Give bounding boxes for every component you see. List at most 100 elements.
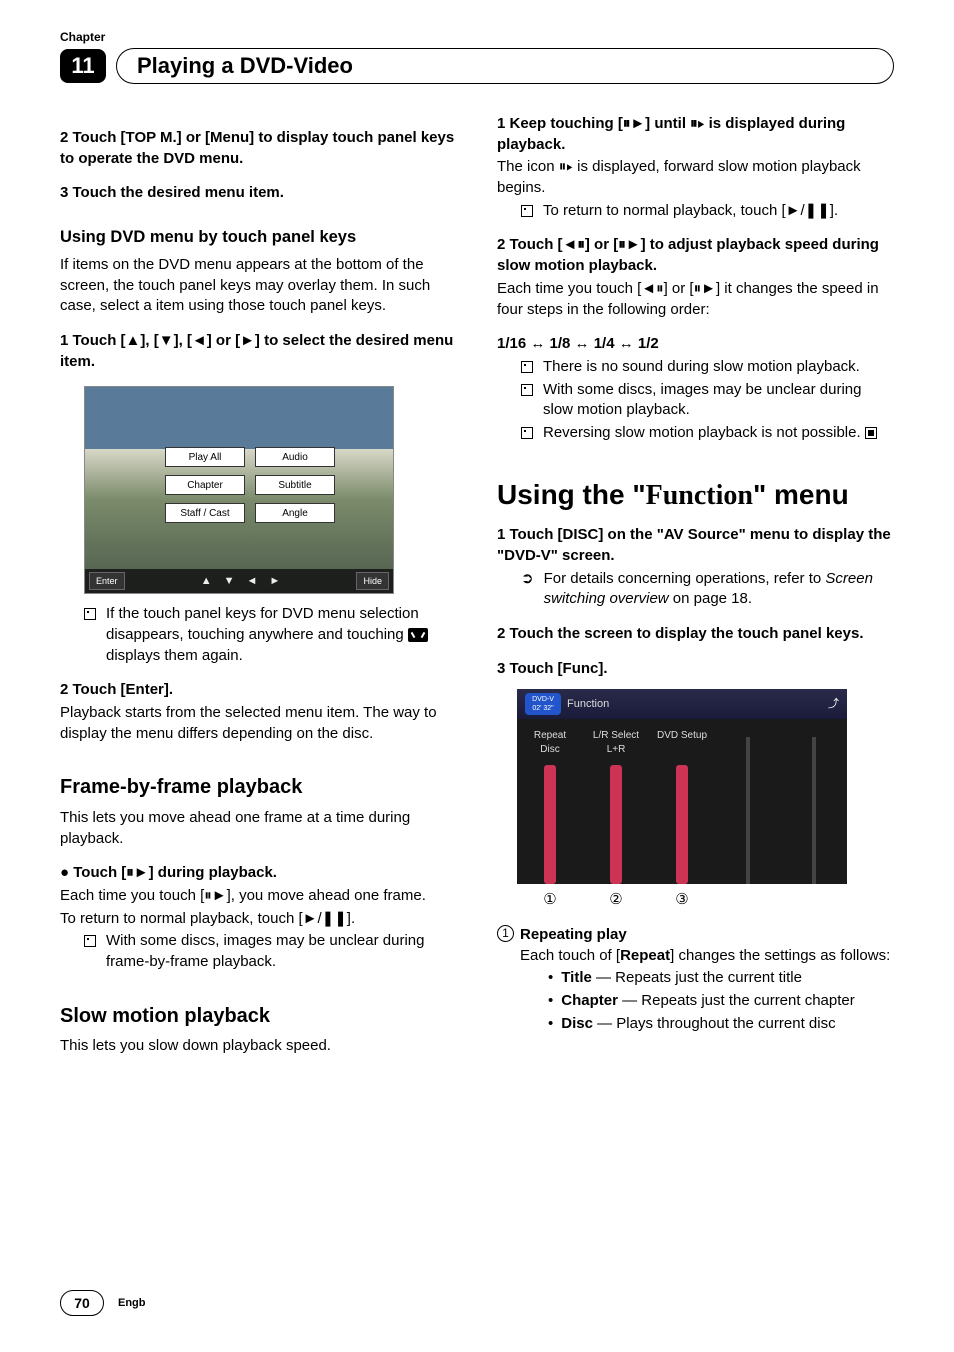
numbered-marker: 1 xyxy=(497,925,514,942)
section-heading: Slow motion playback xyxy=(60,1003,457,1031)
option-desc: — Plays throughout the current disc xyxy=(593,1015,836,1032)
step: 2 Touch [◄⏸] or [⏸►] to adjust playback … xyxy=(497,235,894,276)
note-text: displays them again. xyxy=(106,647,243,664)
note-text: To return to normal playback, touch [►/❚… xyxy=(543,201,838,222)
option-name: Disc xyxy=(561,1015,593,1032)
fig-button-subtitle: Subtitle xyxy=(255,475,335,495)
back-icon: ⤴ xyxy=(828,697,839,712)
dvd-badge-icon: DVD-V02' 32" xyxy=(525,693,561,715)
step: 2 Touch the screen to display the touch … xyxy=(497,624,894,645)
fig-button-angle: Angle xyxy=(255,503,335,523)
step: 2 Touch [Enter]. xyxy=(60,680,457,701)
list-body: ] changes the settings as follows: xyxy=(670,947,890,964)
note-icon xyxy=(521,205,533,217)
fig-slider xyxy=(680,765,684,884)
list-heading: Repeating play xyxy=(520,926,627,943)
fig-button-enter: Enter xyxy=(89,572,125,590)
step: 3 Touch [Func]. xyxy=(497,659,894,680)
bullet-icon: • xyxy=(548,1014,553,1035)
callout-1: ① xyxy=(517,890,583,911)
fig-label: L/R Select xyxy=(593,729,639,743)
option-name: Chapter xyxy=(561,992,618,1009)
list-body: Each touch of [ xyxy=(520,947,620,964)
reference-item: ➲ For details concerning operations, ref… xyxy=(497,569,894,610)
touch-icon xyxy=(408,628,428,642)
heading-text: " menu xyxy=(753,479,849,510)
note-text: Reversing slow motion playback is not po… xyxy=(543,424,861,441)
fig-title: Function xyxy=(567,697,609,712)
reference-text: For details concerning operations, refer… xyxy=(544,570,826,587)
fig-label: DVD Setup xyxy=(657,729,707,743)
step: 3 Touch the desired menu item. xyxy=(60,183,457,204)
list-keyword: Repeat xyxy=(620,947,670,964)
language-code: Engb xyxy=(118,1297,146,1309)
bullet-icon: • xyxy=(548,991,553,1012)
fig-button-staff: Staff / Cast xyxy=(165,503,245,523)
note-text: With some discs, images may be unclear d… xyxy=(543,380,894,421)
fig-value: L+R xyxy=(607,743,626,757)
fig-button-hide: Hide xyxy=(356,572,389,590)
note-item: To return to normal playback, touch [►/❚… xyxy=(497,201,894,222)
note-text: If the touch panel keys for DVD menu sel… xyxy=(106,605,419,643)
paragraph: Each time you touch [⏸►], you move ahead… xyxy=(60,886,457,907)
step: ● Touch [⏸►] during playback. xyxy=(60,863,457,884)
fig-slider-empty xyxy=(812,737,816,884)
step: 1 Touch [▲], [▼], [◄] or [►] to select t… xyxy=(60,331,457,372)
fig-slider xyxy=(548,765,552,884)
note-icon xyxy=(521,384,533,396)
chapter-label: Chapter xyxy=(60,30,894,44)
reference-icon: ➲ xyxy=(521,569,534,610)
note-item: With some discs, images may be unclear d… xyxy=(60,931,457,972)
heading-keyword: Function xyxy=(646,480,753,511)
paragraph: Playback starts from the selected menu i… xyxy=(60,703,457,744)
reference-text: on page 18. xyxy=(669,590,752,607)
callout-numbers: ① ② ③ xyxy=(517,890,847,911)
paragraph: The icon ⏸▸ is displayed, forward slow m… xyxy=(497,157,894,198)
speed-sequence: 1/16 ↔ 1/8 ↔ 1/4 ↔ 1/2 xyxy=(497,334,894,355)
fig-button-audio: Audio xyxy=(255,447,335,467)
page-number: 70 xyxy=(60,1290,104,1316)
left-column: 2 Touch [TOP M.] or [Menu] to display to… xyxy=(60,114,457,1057)
note-icon xyxy=(84,935,96,947)
note-text: With some discs, images may be unclear d… xyxy=(106,931,457,972)
end-icon xyxy=(865,427,877,439)
note-icon xyxy=(84,608,96,620)
dvd-menu-figure: Play All Audio Chapter Subtitle Staff / … xyxy=(84,386,394,594)
note-item: There is no sound during slow motion pla… xyxy=(497,357,894,378)
paragraph: Each time you touch [◄⏸] or [⏸►] it chan… xyxy=(497,279,894,320)
note-item: If the touch panel keys for DVD menu sel… xyxy=(60,604,457,666)
fig-button-chapter: Chapter xyxy=(165,475,245,495)
note-icon xyxy=(521,427,533,439)
note-icon xyxy=(521,361,533,373)
chapter-header: 11 Playing a DVD-Video xyxy=(60,48,894,84)
fig-slider-empty xyxy=(746,737,750,884)
main-heading: Using the "Function" menu xyxy=(497,476,894,516)
page-title: Playing a DVD-Video xyxy=(116,48,894,84)
option-desc: — Repeats just the current title xyxy=(592,969,802,986)
note-item: Reversing slow motion playback is not po… xyxy=(497,423,894,444)
chapter-number-badge: 11 xyxy=(60,49,106,83)
fig-value: Disc xyxy=(540,743,559,757)
option-desc: — Repeats just the current chapter xyxy=(618,992,855,1009)
subheading: Using DVD menu by touch panel keys xyxy=(60,226,457,249)
bullet-icon: • xyxy=(548,968,553,989)
section-heading: Frame-by-frame playback xyxy=(60,774,457,802)
paragraph: To return to normal playback, touch [►/❚… xyxy=(60,909,457,930)
callout-3: ③ xyxy=(649,890,715,911)
fig-nav-arrows: ▲▼◄► xyxy=(201,574,281,589)
step: 1 Keep touching [⏸►] until ⏸▸ is display… xyxy=(497,114,894,155)
function-menu-figure: DVD-V02' 32" Function ⤴ RepeatDisc L/R S… xyxy=(517,689,847,884)
fig-button-playall: Play All xyxy=(165,447,245,467)
note-item: With some discs, images may be unclear d… xyxy=(497,380,894,421)
note-text: There is no sound during slow motion pla… xyxy=(543,357,860,378)
step: 1 Touch [DISC] on the "AV Source" menu t… xyxy=(497,525,894,566)
option-name: Title xyxy=(561,969,592,986)
callout-2: ② xyxy=(583,890,649,911)
paragraph: This lets you slow down playback speed. xyxy=(60,1036,457,1057)
heading-text: Using the " xyxy=(497,479,646,510)
fig-label: Repeat xyxy=(534,729,566,743)
page-footer: 70 Engb xyxy=(60,1290,146,1316)
step: 2 Touch [TOP M.] or [Menu] to display to… xyxy=(60,128,457,169)
right-column: 1 Keep touching [⏸►] until ⏸▸ is display… xyxy=(497,114,894,1057)
paragraph: If items on the DVD menu appears at the … xyxy=(60,255,457,317)
